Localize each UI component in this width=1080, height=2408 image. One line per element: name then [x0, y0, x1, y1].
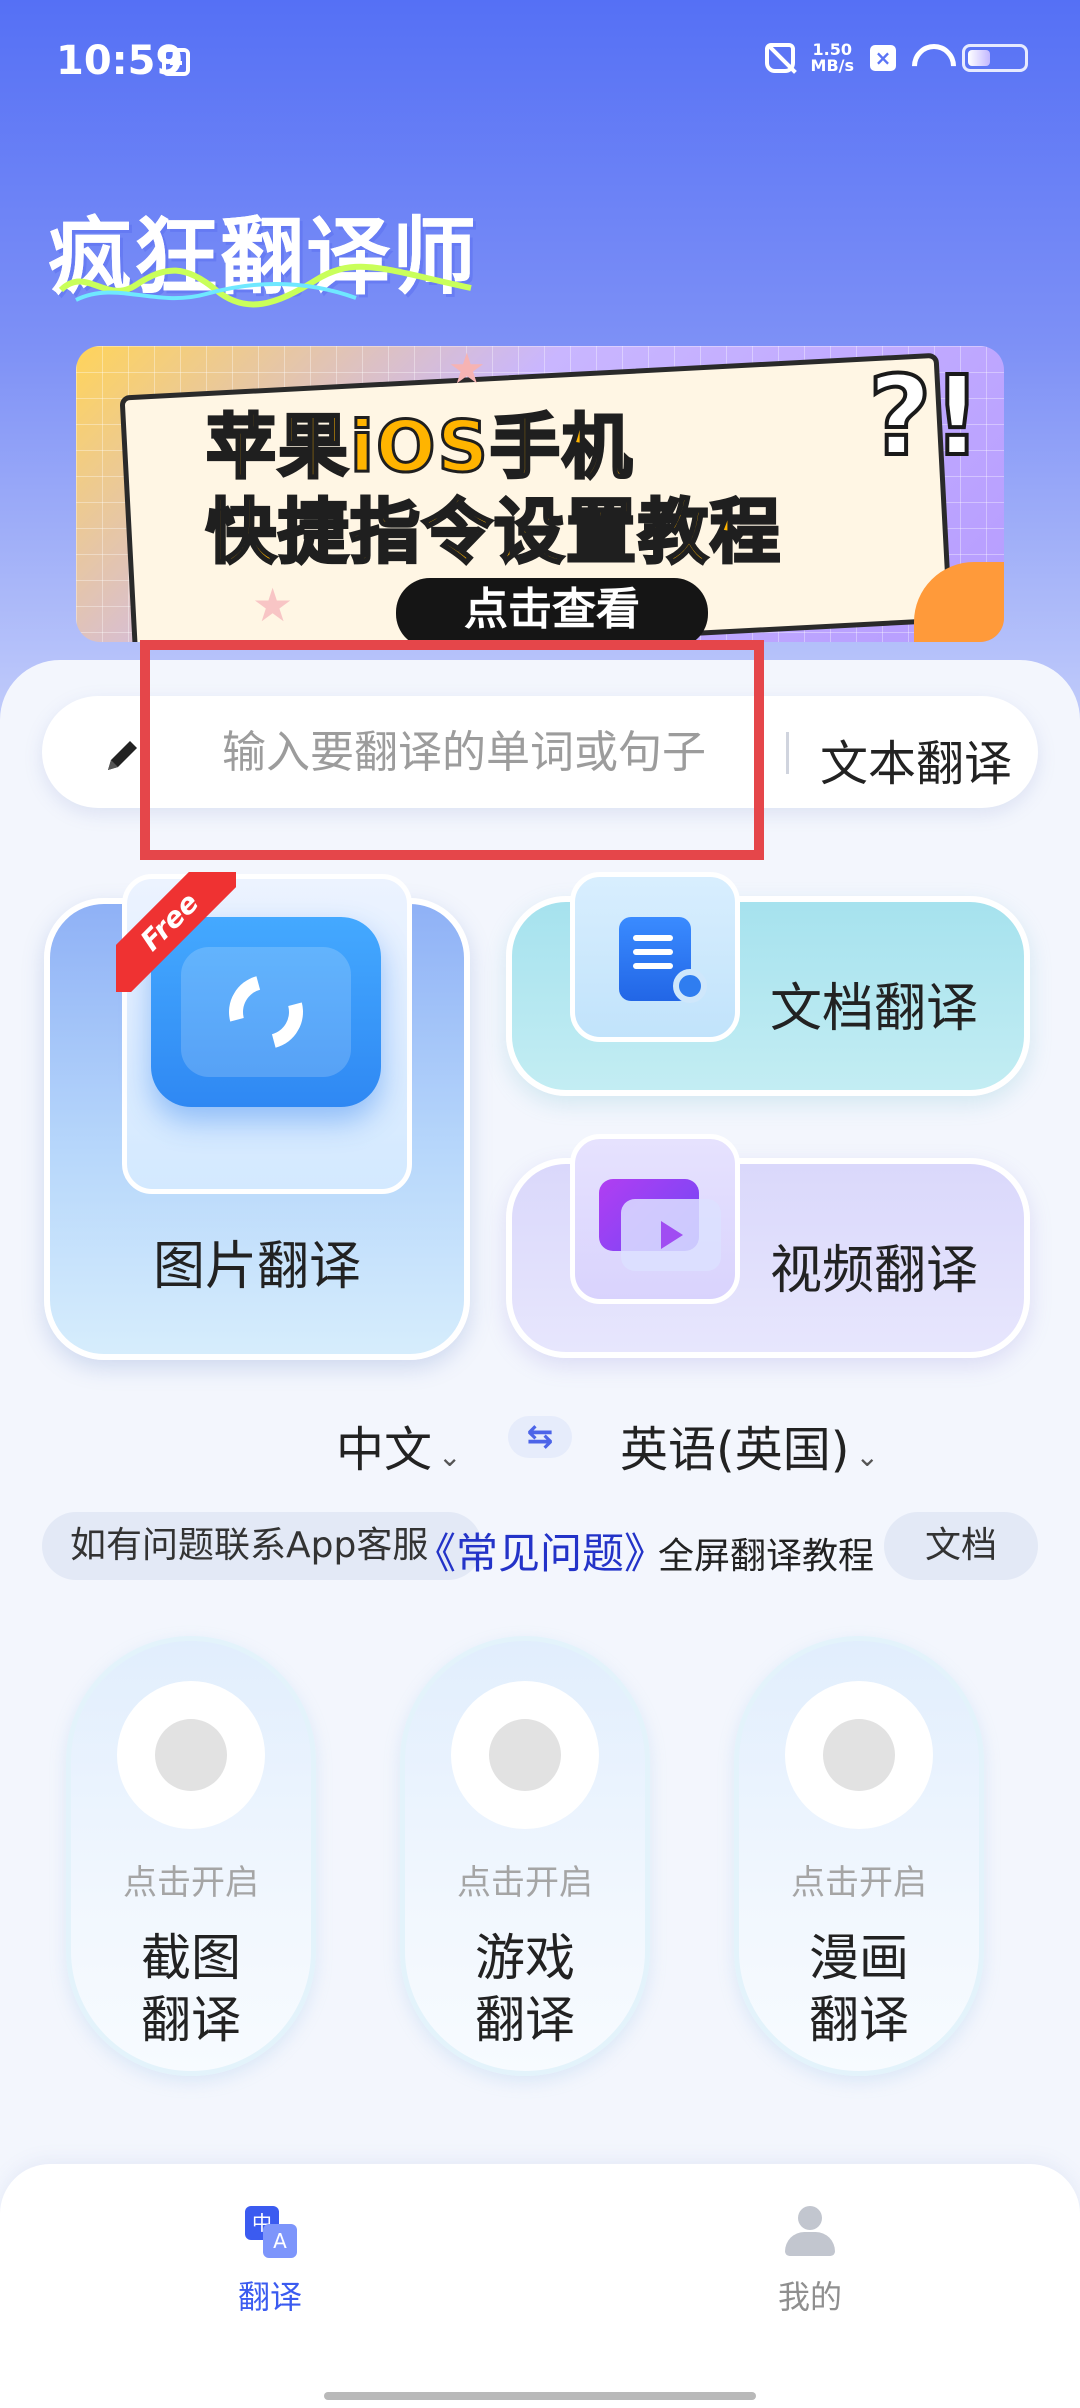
toggle-title: 游戏 翻译 [475, 1929, 575, 2049]
notification-icon [162, 48, 190, 76]
doc-button[interactable]: 文档 [884, 1512, 1038, 1580]
mute-icon [764, 43, 795, 73]
translate-text-input[interactable] [222, 726, 762, 778]
video-translate-card[interactable]: 视频翻译 [506, 1134, 1030, 1358]
home-indicator[interactable] [324, 2392, 756, 2400]
chevron-down-icon: ⌄ [438, 1440, 462, 1473]
nav-translate[interactable]: 中A 翻译 [170, 2184, 370, 2318]
tutorial-banner[interactable]: ★ ★ 苹果iOS手机 快捷指令设置教程 ?! 点击查看 [76, 346, 1004, 642]
image-translate-label: 图片翻译 [152, 1237, 361, 1297]
toggle-hint: 点击开启 [457, 1863, 593, 1903]
banner-view-button[interactable]: 点击查看 [396, 578, 708, 642]
net-speed: 1.50 MB/s [810, 40, 854, 75]
text-translate-bar[interactable]: 文本翻译 [42, 696, 1038, 808]
star-icon: ★ [252, 578, 294, 632]
title-squiggle-decoration [58, 263, 472, 308]
toggle-title: 截图 翻译 [141, 1929, 241, 2049]
status-icons: 1.50 MB/s × [764, 40, 1028, 75]
status-bar: 10:59 1.50 MB/s × [0, 0, 1080, 120]
document-translate-card[interactable]: 文档翻译 [506, 872, 1030, 1096]
user-icon [785, 2206, 835, 2256]
banner-line2: 快捷指令设置教程 [205, 490, 782, 575]
question-mark-icon: ?! [866, 350, 984, 482]
toggle-title: 漫画 翻译 [809, 1929, 909, 2049]
free-badge: Free [116, 872, 236, 992]
gear-icon [673, 969, 707, 1003]
nav-mine[interactable]: 我的 [710, 2184, 910, 2318]
chevron-down-icon: ⌄ [855, 1440, 879, 1473]
translate-icon: 中A [245, 2206, 297, 2258]
document-translate-label: 文档翻译 [770, 979, 979, 1039]
toggle-switch[interactable] [451, 1681, 599, 1829]
nav-translate-label: 翻译 [237, 2278, 302, 2316]
toggle-hint: 点击开启 [791, 1863, 927, 1903]
fullscreen-tutorial-link[interactable]: 全屏翻译教程 [658, 1527, 874, 1579]
video-translate-label: 视频翻译 [770, 1241, 979, 1301]
close-icon: × [870, 45, 896, 71]
toggle-switch[interactable] [785, 1681, 933, 1829]
divider [786, 732, 789, 774]
text-translate-button[interactable]: 文本翻译 [820, 724, 1012, 794]
comic-translate-toggle[interactable]: 点击开启 漫画 翻译 [734, 1636, 984, 2076]
bottom-navigation: 中A 翻译 我的 [0, 2164, 1080, 2408]
image-translate-card[interactable]: Free 图片翻译 [44, 872, 470, 1360]
faq-link[interactable]: 《常见问题》 [414, 1520, 666, 1581]
nav-mine-label: 我的 [777, 2278, 842, 2316]
pencil-icon [108, 741, 137, 770]
toggle-hint: 点击开启 [123, 1863, 259, 1903]
star-icon: ★ [448, 346, 486, 393]
document-icon-box [570, 872, 740, 1042]
source-language-select[interactable]: 中文 ⌄ [336, 1410, 461, 1480]
game-translate-toggle[interactable]: 点击开启 游戏 翻译 [400, 1636, 650, 2076]
swap-language-button[interactable]: ⇆ [508, 1416, 572, 1458]
video-icon-box [570, 1134, 740, 1304]
battery-icon [962, 44, 1028, 72]
target-language-select[interactable]: 英语(英国) ⌄ [620, 1410, 879, 1480]
toggle-switch[interactable] [117, 1681, 265, 1829]
screenshot-translate-toggle[interactable]: 点击开启 截图 翻译 [66, 1636, 316, 2076]
play-icon [621, 1199, 721, 1271]
wifi-icon [912, 44, 946, 72]
